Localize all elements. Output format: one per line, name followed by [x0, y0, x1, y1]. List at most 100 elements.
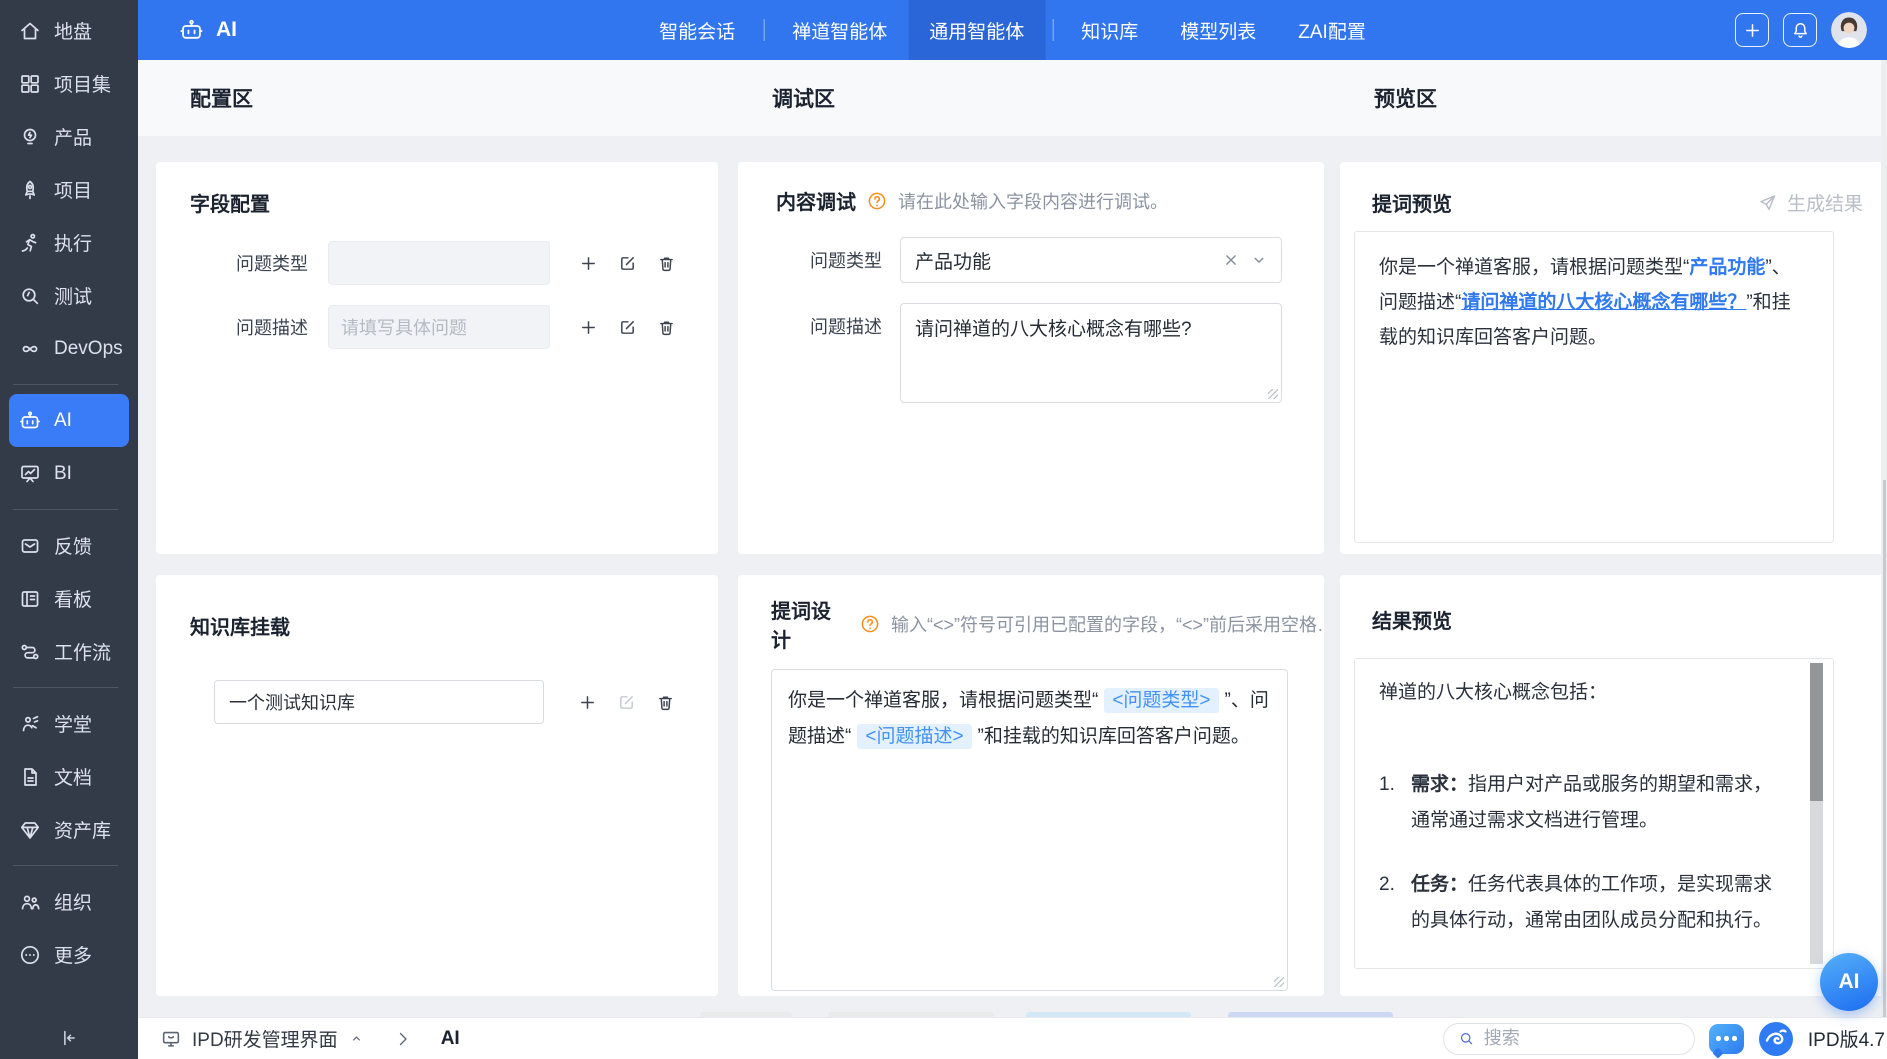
prompt-preview-box: 你是一个禅道客服，请根据问题类型“产品功能”、问题描述“请问禅道的八大核心概念有…	[1354, 231, 1834, 543]
breadcrumb-root[interactable]: IPD研发管理界面	[192, 1025, 338, 1052]
page-scrollbar-thumb[interactable]	[1883, 480, 1886, 1040]
resize-handle[interactable]	[1274, 977, 1284, 987]
field-type-input[interactable]	[328, 241, 550, 285]
sidebar-item-devops[interactable]: DevOps	[9, 322, 129, 375]
sidebar-item-kanban[interactable]: 看板	[9, 572, 129, 625]
generate-result-button[interactable]: 生成结果	[1757, 189, 1863, 216]
edit-kb-button[interactable]	[611, 687, 641, 717]
field-tag-type[interactable]: <问题类型>	[1104, 688, 1218, 713]
resize-handle[interactable]	[1268, 389, 1278, 399]
field-row-desc: 问题描述 请填写具体问题	[190, 305, 718, 349]
add-field-button[interactable]	[573, 248, 603, 278]
sidebar-item-ai[interactable]: AI	[9, 394, 129, 447]
grid-icon	[18, 72, 42, 96]
home-icon	[18, 19, 42, 43]
chevron-right-icon	[391, 1027, 415, 1051]
prompt-design-card: 提词设计 输入“<>”符号可引用已配置的字段，“<>”前后采用空格… 你是一个禅…	[738, 575, 1324, 996]
edit-field-button[interactable]	[612, 312, 642, 342]
sidebar-item-feedback[interactable]: 反馈	[9, 519, 129, 572]
sidebar-item-label: 看板	[54, 585, 92, 612]
tab-separator	[1052, 19, 1053, 41]
prompt-text: 述“	[826, 726, 851, 747]
knowledge-base-input[interactable]: 一个测试知识库	[214, 680, 544, 724]
delete-field-button[interactable]	[651, 312, 681, 342]
delete-kb-button[interactable]	[650, 687, 680, 717]
prompt-design-textarea[interactable]: 你是一个禅道客服，请根据问题类型“<问题类型>”、问题描述“<问题描述>”和挂载…	[771, 669, 1288, 991]
caret-up-icon[interactable]	[348, 1030, 365, 1047]
preview-column: 预览区 提词预览 生成结果 你是一个禅道客服，请根据问题类型“产品功能”、问题描…	[1340, 60, 1887, 1017]
page-scrollbar[interactable]	[1881, 60, 1887, 1059]
ellipsis-circle-icon	[18, 943, 42, 967]
prompt-preview-title: 提词预览	[1372, 188, 1757, 217]
preview-highlight-type: 产品功能	[1689, 257, 1765, 278]
sidebar-item-doc[interactable]: 文档	[9, 750, 129, 803]
sidebar-item-bi[interactable]: BI	[9, 447, 129, 500]
sidebar-item-school[interactable]: 学堂	[9, 697, 129, 750]
sidebar-item-label: 组织	[54, 888, 92, 915]
sidebar-item-org[interactable]: 组织	[9, 875, 129, 928]
teacher-icon	[18, 712, 42, 736]
field-label: 问题类型	[190, 250, 328, 276]
tab-smart-chat[interactable]: 智能会话	[638, 0, 756, 60]
sidebar-item-label: 资产库	[54, 816, 111, 843]
sidebar-item-project[interactable]: 项目	[9, 163, 129, 216]
kb-row-actions	[572, 687, 680, 717]
debug-column: 调试区 内容调试 请在此处输入字段内容进行调试。 问题类型 产品功能 问题描述 …	[738, 60, 1324, 1017]
clear-icon[interactable]	[1221, 250, 1241, 270]
sidebar-item-program[interactable]: 项目集	[9, 57, 129, 110]
result-scrollbar-thumb[interactable]	[1810, 663, 1823, 801]
tab-separator	[763, 19, 764, 41]
content-debug-header: 内容调试 请在此处输入字段内容进行调试。	[776, 186, 1324, 215]
chart-board-icon	[18, 462, 42, 486]
help-icon[interactable]	[859, 613, 881, 635]
avatar-image	[1831, 12, 1867, 48]
sidebar-item-test[interactable]: 测试	[9, 269, 129, 322]
sidebar-collapse-button[interactable]	[0, 1017, 138, 1059]
notifications-button[interactable]	[1783, 13, 1817, 47]
sidebar-item-execution[interactable]: 执行	[9, 216, 129, 269]
question-type-select[interactable]: 产品功能	[900, 237, 1282, 283]
kanban-icon	[18, 587, 42, 611]
chat-button[interactable]	[1709, 1024, 1744, 1054]
sidebar-item-workflow[interactable]: 工作流	[9, 625, 129, 678]
floating-ai-button[interactable]: AI	[1820, 953, 1878, 1011]
tab-model-list[interactable]: 模型列表	[1159, 0, 1277, 60]
add-field-button[interactable]	[573, 312, 603, 342]
lightbulb-icon	[18, 125, 42, 149]
search-box[interactable]	[1443, 1023, 1695, 1055]
sidebar-item-product[interactable]: 产品	[9, 110, 129, 163]
user-avatar[interactable]	[1831, 12, 1867, 48]
zentao-logo[interactable]	[1758, 1021, 1794, 1057]
result-preview-card: 结果预览 禅道的八大核心概念包括： 1. 需求：指用户对产品或服务的期望和需求，…	[1340, 575, 1887, 996]
textarea-value: 请问禅道的八大核心概念有哪些?	[915, 319, 1192, 340]
infinity-icon	[18, 337, 42, 361]
prompt-text: 你是一个禅道客服，请根据问题类型“	[788, 690, 1098, 711]
chevron-down-icon[interactable]	[1249, 250, 1269, 270]
search-input[interactable]	[1484, 1028, 1680, 1049]
field-desc-input[interactable]: 请填写具体问题	[328, 305, 550, 349]
sidebar-divider	[13, 687, 118, 688]
debug-section-title: 调试区	[738, 60, 1324, 136]
delete-field-button[interactable]	[651, 248, 681, 278]
document-icon	[18, 765, 42, 789]
sidebar-divider	[13, 384, 118, 385]
prompt-design-title: 提词设计	[771, 595, 849, 653]
result-intro: 禅道的八大核心概念包括：	[1379, 675, 1789, 711]
add-kb-button[interactable]	[572, 687, 602, 717]
edit-field-button[interactable]	[612, 248, 642, 278]
question-desc-textarea[interactable]: 请问禅道的八大核心概念有哪些?	[900, 303, 1282, 403]
field-tag-desc[interactable]: <问题描述>	[857, 724, 971, 749]
generate-result-label: 生成结果	[1787, 189, 1863, 216]
tab-zentao-agent[interactable]: 禅道智能体	[771, 0, 908, 60]
help-icon[interactable]	[866, 190, 888, 212]
sidebar-item-home[interactable]: 地盘	[9, 4, 129, 57]
result-scrollbar[interactable]	[1810, 663, 1823, 964]
sidebar-item-asset[interactable]: 资产库	[9, 803, 129, 856]
tab-knowledge-base[interactable]: 知识库	[1060, 0, 1159, 60]
preview-section-title: 预览区	[1340, 60, 1887, 136]
sidebar-item-more[interactable]: 更多	[9, 928, 129, 981]
tab-general-agent[interactable]: 通用智能体	[908, 0, 1045, 60]
add-button[interactable]	[1735, 13, 1769, 47]
tab-zai-config[interactable]: ZAI配置	[1277, 0, 1387, 60]
monitor-icon	[160, 1028, 182, 1050]
